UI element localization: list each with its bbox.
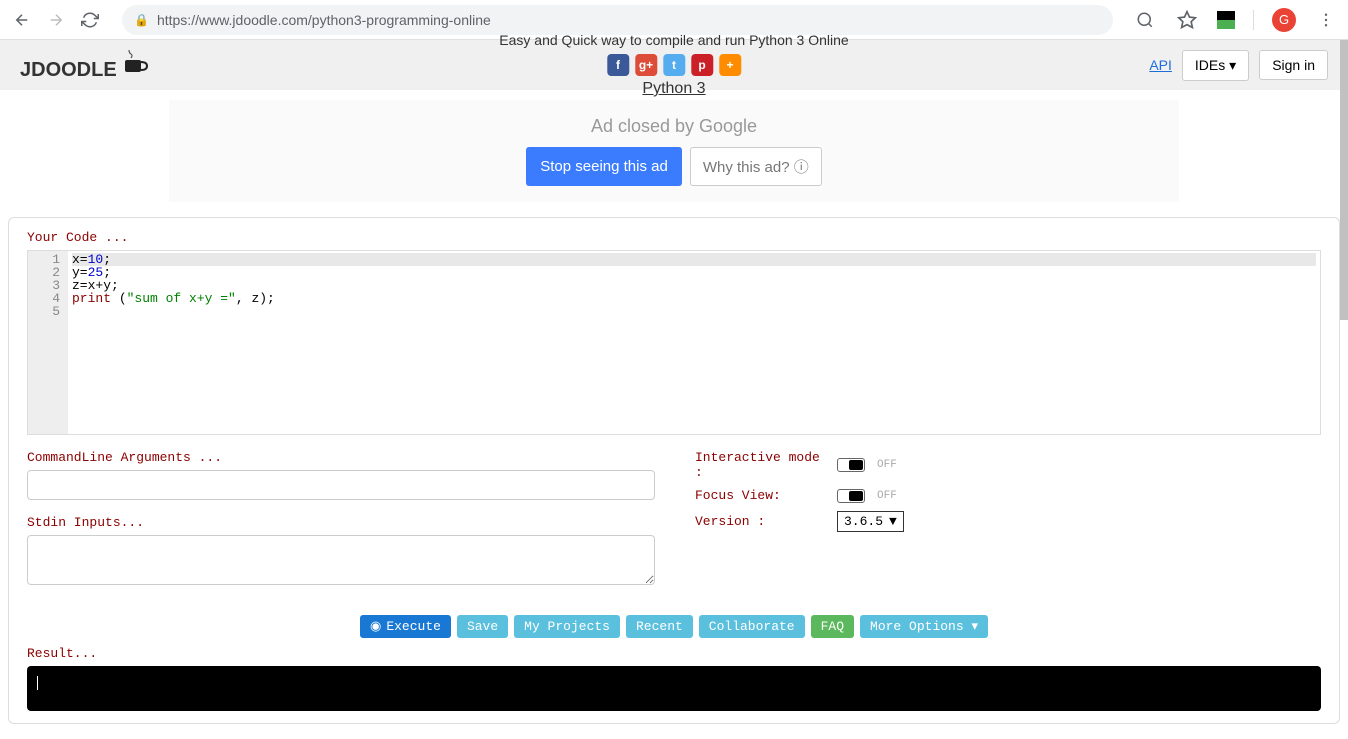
my-projects-button[interactable]: My Projects [514, 615, 620, 638]
chevron-down-icon: ▾ [1229, 57, 1236, 73]
your-code-label: Your Code ... [27, 230, 1321, 245]
result-label: Result... [27, 646, 1321, 661]
signin-button[interactable]: Sign in [1259, 50, 1328, 80]
version-label: Version : [695, 514, 825, 529]
result-output[interactable] [27, 666, 1321, 711]
ad-prefix: Ad closed by [591, 116, 699, 136]
google-word: Google [699, 116, 757, 136]
lock-icon: 🔒 [134, 13, 149, 27]
ad-closed-text: Ad closed by Google [185, 116, 1163, 137]
faq-button[interactable]: FAQ [811, 615, 854, 638]
language-title[interactable]: Python 3 [499, 80, 848, 98]
cmdline-label: CommandLine Arguments ... [27, 450, 655, 465]
toggle-knob [849, 460, 863, 470]
controls-row: CommandLine Arguments ... Stdin Inputs..… [27, 450, 1321, 590]
caret-down-icon: ▾ [971, 619, 978, 634]
back-button[interactable] [10, 8, 34, 32]
version-select[interactable]: 3.6.5 ▼ [837, 511, 904, 532]
interactive-state: OFF [877, 459, 897, 471]
recent-button[interactable]: Recent [626, 615, 693, 638]
code-editor[interactable]: 1 2 3 4 5 x=10; y=25; z=x+y; print ("sum… [27, 250, 1321, 435]
version-value: 3.6.5 [844, 514, 883, 529]
stdin-input[interactable] [27, 535, 655, 585]
gutter-line: 5 [30, 305, 60, 318]
interactive-toggle[interactable] [837, 458, 865, 472]
right-controls: Interactive mode : OFF Focus View: OFF V… [695, 450, 1321, 590]
pinterest-icon[interactable]: p [691, 54, 713, 76]
more-options-button[interactable]: More Options ▾ [860, 615, 988, 638]
left-controls: CommandLine Arguments ... Stdin Inputs..… [27, 450, 655, 590]
action-buttons: ◉ Execute Save My Projects Recent Collabo… [27, 615, 1321, 638]
facebook-icon[interactable]: f [607, 54, 629, 76]
zoom-icon[interactable] [1133, 8, 1157, 32]
logo-text: JDOODLE [20, 59, 117, 82]
more-label: More Options [870, 619, 964, 634]
addthis-icon[interactable]: + [719, 54, 741, 76]
divider [1253, 10, 1254, 30]
save-button[interactable]: Save [457, 615, 508, 638]
interactive-label: Interactive mode : [695, 450, 825, 480]
api-link[interactable]: API [1149, 57, 1172, 73]
ides-dropdown[interactable]: IDEs ▾ [1182, 50, 1249, 81]
code-line: print ("sum of x+y =", z); [72, 292, 1316, 305]
ad-buttons: Stop seeing this ad Why this ad? ⓘ [185, 147, 1163, 186]
logo-cup-icon [119, 48, 149, 82]
stdin-label: Stdin Inputs... [27, 515, 655, 530]
play-icon: ◉ [370, 619, 381, 634]
menu-dots-icon[interactable] [1314, 8, 1338, 32]
toolbar-right: G [1133, 8, 1338, 32]
profile-avatar[interactable]: G [1272, 8, 1296, 32]
address-bar[interactable]: 🔒 https://www.jdoodle.com/python3-progra… [122, 5, 1113, 35]
header-center: Easy and Quick way to compile and run Py… [499, 32, 848, 98]
reload-button[interactable] [78, 8, 102, 32]
url-text: https://www.jdoodle.com/python3-programm… [157, 12, 1101, 28]
code-line: y=25; [72, 266, 1316, 279]
stop-seeing-ad-button[interactable]: Stop seeing this ad [526, 147, 682, 186]
collaborate-button[interactable]: Collaborate [699, 615, 805, 638]
code-line [72, 305, 1316, 318]
focus-label: Focus View: [695, 488, 825, 503]
version-row: Version : 3.6.5 ▼ [695, 511, 1321, 532]
tagline: Easy and Quick way to compile and run Py… [499, 32, 848, 48]
execute-button[interactable]: ◉ Execute [360, 615, 451, 638]
interactive-mode-row: Interactive mode : OFF [695, 450, 1321, 480]
page-scrollbar[interactable] [1340, 40, 1348, 320]
header-right: API IDEs ▾ Sign in [1149, 50, 1328, 81]
forward-button[interactable] [44, 8, 68, 32]
execute-label: Execute [386, 619, 441, 634]
toggle-knob [849, 491, 863, 501]
terminal-cursor [37, 676, 38, 690]
bookmark-star-icon[interactable] [1175, 8, 1199, 32]
extension-icon[interactable] [1217, 11, 1235, 29]
site-header: JDOODLE Easy and Quick way to compile an… [0, 40, 1348, 90]
cmdline-input[interactable] [27, 470, 655, 500]
code-line: x=10; [72, 253, 1316, 266]
focus-state: OFF [877, 490, 897, 502]
focus-view-row: Focus View: OFF [695, 488, 1321, 503]
code-content[interactable]: x=10; y=25; z=x+y; print ("sum of x+y ="… [68, 251, 1320, 434]
why-this-ad-button[interactable]: Why this ad? ⓘ [690, 147, 822, 186]
ides-label: IDEs [1195, 57, 1225, 73]
googleplus-icon[interactable]: g+ [635, 54, 657, 76]
logo[interactable]: JDOODLE [20, 48, 149, 82]
focus-toggle[interactable] [837, 489, 865, 503]
info-icon: ⓘ [794, 159, 809, 176]
social-buttons: f g+ t p + [499, 54, 848, 76]
why-label: Why this ad? [703, 159, 790, 176]
twitter-icon[interactable]: t [663, 54, 685, 76]
ad-banner: Ad closed by Google Stop seeing this ad … [169, 100, 1179, 202]
dropdown-arrow-icon: ▼ [889, 514, 897, 529]
editor-panel: Your Code ... 1 2 3 4 5 x=10; y=25; z=x+… [8, 217, 1340, 724]
line-gutter: 1 2 3 4 5 [28, 251, 68, 434]
